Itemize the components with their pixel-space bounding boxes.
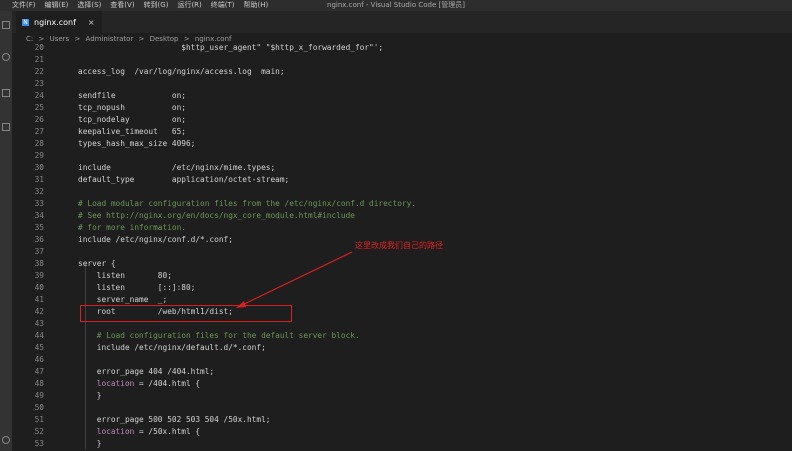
annotation-arrow [236,251,353,308]
